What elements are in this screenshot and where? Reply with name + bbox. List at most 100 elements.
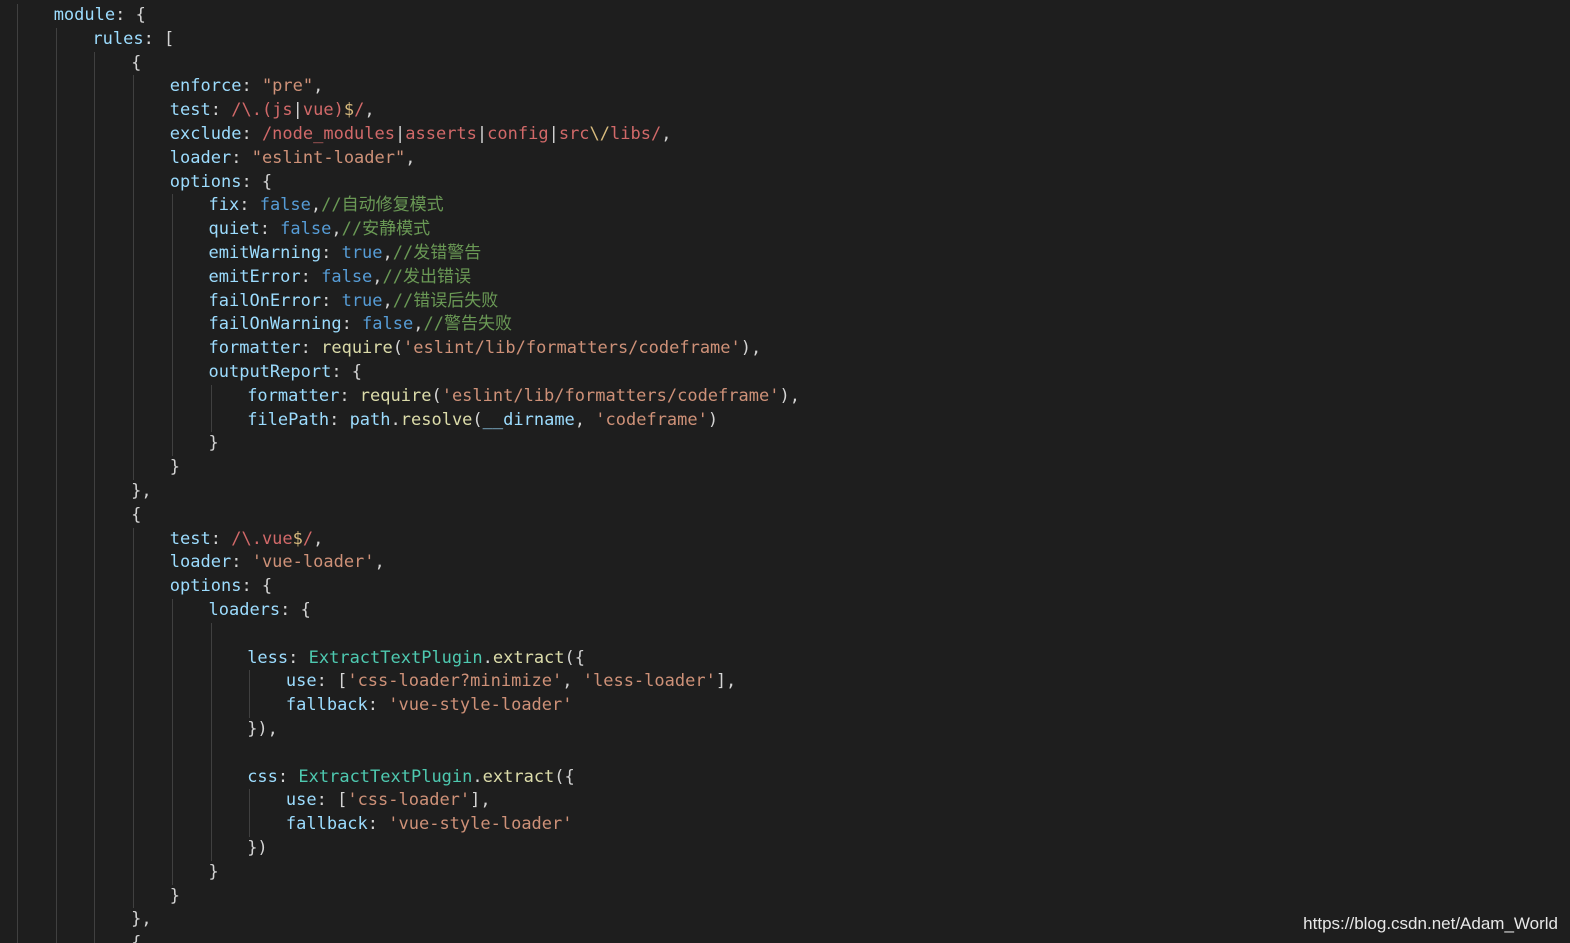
- code-line[interactable]: use: ['css-loader?minimize', 'less-loade…: [286, 670, 736, 694]
- code-token: loader: [169, 147, 232, 168]
- code-token: 'codeframe': [595, 409, 708, 430]
- code-line[interactable]: emitError: false,//发出错误: [209, 266, 472, 290]
- code-line[interactable]: options: {: [170, 171, 272, 195]
- code-token: formatter: [247, 385, 340, 406]
- code-token: ,: [331, 219, 342, 240]
- code-token: ExtractTextPlugin: [298, 766, 473, 787]
- code-line[interactable]: {: [131, 504, 141, 528]
- code-line[interactable]: }: [209, 432, 219, 456]
- code-token: :: [339, 385, 360, 406]
- code-token: enforce: [169, 76, 242, 97]
- code-token: :: [210, 100, 232, 121]
- code-token: path: [349, 409, 391, 430]
- code-line[interactable]: }): [247, 837, 267, 861]
- code-token: "eslint-loader": [251, 147, 406, 168]
- code-token: \/: [589, 124, 611, 144]
- code-token: : [: [143, 28, 175, 49]
- code-line[interactable]: },: [131, 480, 151, 504]
- code-line[interactable]: formatter: require('eslint/lib/formatter…: [247, 385, 800, 409]
- code-token: :: [329, 409, 350, 430]
- code-token: :: [231, 552, 252, 573]
- code-token: $: [343, 100, 355, 121]
- code-line[interactable]: loader: "eslint-loader",: [170, 147, 416, 171]
- code-line[interactable]: fallback: 'vue-style-loader': [286, 813, 573, 837]
- code-token: ,: [313, 528, 324, 549]
- indent-guide: [249, 670, 251, 718]
- code-line[interactable]: fix: false,//自动修复模式: [209, 194, 444, 218]
- code-token: ,: [574, 409, 596, 430]
- code-token: :: [341, 314, 363, 335]
- code-line[interactable]: loaders: {: [209, 599, 311, 623]
- code-token: test: [169, 100, 211, 121]
- code-token: }: [169, 457, 181, 478]
- code-line[interactable]: },: [131, 908, 151, 932]
- code-line[interactable]: module: {: [54, 4, 146, 28]
- code-token: less: [247, 647, 289, 668]
- code-line[interactable]: }: [170, 885, 180, 909]
- code-token: asserts: [405, 124, 477, 144]
- code-token: //错误后失败: [392, 290, 499, 311]
- code-line[interactable]: emitWarning: true,//发错警告: [209, 242, 482, 266]
- code-token: }: [169, 885, 181, 906]
- code-line[interactable]: formatter: require('eslint/lib/formatter…: [209, 337, 762, 361]
- code-token: ],: [715, 671, 737, 692]
- code-token: ,: [413, 314, 424, 335]
- code-line[interactable]: test: /\.vue$/,: [170, 528, 324, 552]
- code-line[interactable]: quiet: false,//安静模式: [209, 218, 431, 242]
- code-token: rules: [92, 28, 144, 49]
- code-token: true: [341, 290, 383, 311]
- code-line[interactable]: use: ['css-loader'],: [286, 789, 491, 813]
- code-token: ,: [382, 243, 393, 263]
- code-line[interactable]: }: [170, 456, 180, 480]
- code-editor[interactable]: https://blog.csdn.net/Adam_World module:…: [0, 0, 1570, 943]
- code-line[interactable]: test: /\.(js|vue)$/,: [170, 99, 375, 123]
- code-line[interactable]: less: ExtractTextPlugin.extract({: [247, 647, 585, 671]
- code-line[interactable]: css: ExtractTextPlugin.extract({: [247, 766, 575, 790]
- code-line[interactable]: outputReport: {: [209, 361, 363, 385]
- code-line[interactable]: enforce: "pre",: [170, 75, 324, 99]
- code-token: outputReport: [208, 362, 332, 382]
- code-line[interactable]: loader: 'vue-loader',: [170, 551, 385, 575]
- code-line[interactable]: failOnError: true,//错误后失败: [209, 290, 499, 314]
- code-token: resolve: [400, 409, 473, 430]
- code-line[interactable]: exclude: /node_modules|asserts|config|sr…: [170, 123, 672, 147]
- code-line[interactable]: }: [209, 861, 219, 885]
- code-token: //自动修复模式: [321, 195, 444, 216]
- code-token: test: [169, 528, 211, 549]
- code-line[interactable]: rules: [: [92, 28, 174, 52]
- code-line[interactable]: filePath: path.resolve(__dirname, 'codef…: [247, 409, 718, 433]
- code-line[interactable]: failOnWarning: false,//警告失败: [209, 313, 512, 337]
- code-line[interactable]: options: {: [170, 575, 272, 599]
- code-line[interactable]: {: [131, 932, 141, 943]
- code-token: module: [53, 5, 116, 25]
- code-token: : {: [115, 5, 146, 25]
- code-token: false: [280, 219, 332, 240]
- code-token: : {: [241, 171, 273, 192]
- code-token: 'eslint/lib/formatters/codeframe': [441, 385, 780, 406]
- code-token: :: [367, 695, 389, 716]
- code-token: /node_modules: [261, 124, 395, 144]
- code-token: |: [548, 124, 559, 144]
- code-token: require: [321, 338, 393, 359]
- code-token: true: [341, 243, 383, 263]
- code-token: : {: [280, 600, 311, 620]
- code-token: /: [302, 528, 314, 549]
- code-token: ],: [470, 790, 491, 811]
- code-token: $: [292, 528, 303, 549]
- code-token: (: [472, 409, 483, 430]
- code-token: formatter: [208, 338, 301, 359]
- code-token: /: [354, 100, 365, 121]
- code-token: :: [321, 290, 342, 311]
- code-token: (: [392, 338, 404, 359]
- code-token: {: [131, 504, 142, 525]
- code-line[interactable]: fallback: 'vue-style-loader': [286, 694, 573, 718]
- code-token: 'vue-style-loader': [388, 814, 573, 835]
- code-token: options: [169, 171, 242, 192]
- code-line[interactable]: {: [131, 52, 141, 76]
- code-token: : [: [316, 790, 348, 811]
- code-line[interactable]: }),: [247, 718, 278, 742]
- code-token: ): [707, 409, 719, 430]
- code-token: }),: [247, 719, 278, 739]
- code-token: emitError: [208, 266, 301, 287]
- code-token: },: [131, 481, 152, 501]
